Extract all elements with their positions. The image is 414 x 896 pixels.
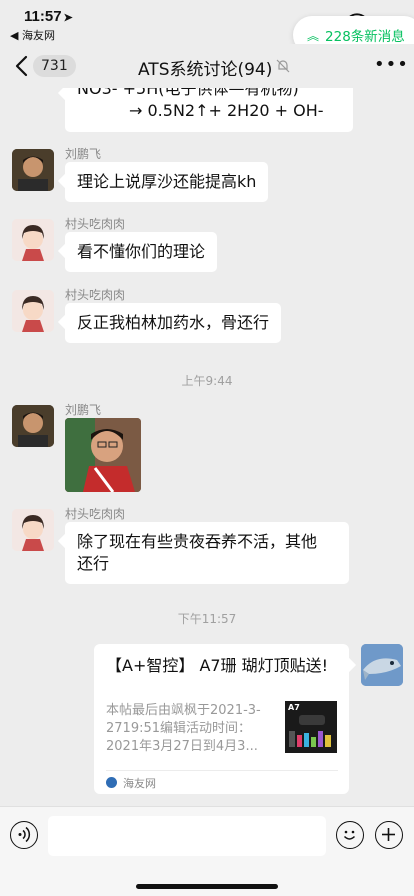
card-thumbnail-label: A7 xyxy=(288,703,300,712)
card-title: 【A+智控】 A7珊 瑚灯顶贴送! xyxy=(106,656,329,675)
sender-name: 村头吃肉肉 xyxy=(65,217,126,231)
time-separator: 上午9:44 xyxy=(181,374,233,388)
sender-name: 村头吃肉肉 xyxy=(65,507,126,521)
smile-icon xyxy=(343,830,356,840)
link-card[interactable]: 【A+智控】 A7珊 瑚灯顶贴送! 本帖最后由飒枫于2021-3-2719:51… xyxy=(94,644,349,794)
card-source: 海友网 xyxy=(123,777,156,790)
avatar[interactable] xyxy=(12,405,54,447)
avatar-self-image xyxy=(361,644,403,686)
more-icon[interactable]: ••• xyxy=(374,56,409,74)
emoji-icon[interactable] xyxy=(336,821,364,849)
location-arrow-icon: ➤ xyxy=(63,12,73,24)
message-text: → 0.5N2↑+ 2H20 + OH- xyxy=(129,101,324,120)
back-to-app-link[interactable]: ◀ 海友网 xyxy=(10,27,55,43)
new-messages-label: 228条新消息 xyxy=(325,29,405,45)
avatar-liupengfei-image xyxy=(12,149,54,191)
avatar-cuntou-image xyxy=(12,509,54,551)
status-time: 11:57 ➤ xyxy=(24,8,73,25)
unread-count-badge[interactable]: 731 xyxy=(33,55,76,77)
avatar[interactable] xyxy=(12,149,54,191)
card-thumbnail: A7 xyxy=(285,701,337,753)
message-text: 反正我柏林加药水，骨还行 xyxy=(77,313,270,332)
message-bubble[interactable]: 理论上说厚沙还能提高kh xyxy=(65,162,269,202)
avatar-cuntou-image xyxy=(12,219,54,261)
time-separator: 下午11:57 xyxy=(177,612,237,626)
chat-area[interactable]: NO3- +5H(电子供体—有机物) → 0.5N2↑+ 2H20 + OH- … xyxy=(0,88,414,806)
sender-name: 刘鹏飞 xyxy=(65,147,102,161)
avatar-cuntou-image xyxy=(12,290,54,332)
avatar[interactable] xyxy=(12,219,54,261)
card-description: 本帖最后由飒枫于2021-3-2719:51编辑活动时间：2021年3月27日到… xyxy=(106,703,261,754)
sender-name: 刘鹏飞 xyxy=(65,403,102,417)
voice-icon[interactable] xyxy=(10,821,38,849)
chat-title: ATS系统讨论(94) xyxy=(138,60,273,80)
my-avatar[interactable] xyxy=(361,644,403,686)
avatar-liupengfei-image xyxy=(12,405,54,447)
message-input[interactable] xyxy=(48,816,326,856)
message-text: 理论上说厚沙还能提高kh xyxy=(77,172,257,191)
message-bubble[interactable]: 反正我柏林加药水，骨还行 xyxy=(65,303,282,343)
input-bar xyxy=(0,806,414,896)
sender-name: 村头吃肉肉 xyxy=(65,288,126,302)
double-chevron-up-icon: ︽ xyxy=(307,28,320,43)
photo-image xyxy=(65,418,141,492)
source-logo-icon xyxy=(106,777,117,788)
message-bubble[interactable]: NO3- +5H(电子供体—有机物) → 0.5N2↑+ 2H20 + OH- xyxy=(65,88,353,132)
back-chevron-icon[interactable] xyxy=(12,54,32,78)
plus-icon[interactable] xyxy=(375,821,403,849)
plus-sign-icon xyxy=(382,828,395,841)
avatar[interactable] xyxy=(12,290,54,332)
photo-message[interactable] xyxy=(65,418,141,492)
avatar[interactable] xyxy=(12,509,54,551)
message-text: 除了现在有些贵夜吞养不活，其他 xyxy=(77,532,318,551)
message-text: NO3- +5H(电子供体—有机物) xyxy=(77,88,299,98)
message-text: 还行 xyxy=(77,554,110,573)
message-bubble[interactable]: 看不懂你们的理论 xyxy=(65,232,218,272)
message-bubble[interactable]: 除了现在有些贵夜吞养不活，其他 还行 xyxy=(65,522,349,584)
message-text: 看不懂你们的理论 xyxy=(77,242,206,261)
nav-bar: 731 ATS系统讨论(94) ••• xyxy=(0,44,414,88)
voice-waves-icon xyxy=(18,826,31,843)
home-indicator[interactable] xyxy=(136,884,278,889)
card-divider xyxy=(106,770,338,771)
mute-icon xyxy=(276,59,290,73)
